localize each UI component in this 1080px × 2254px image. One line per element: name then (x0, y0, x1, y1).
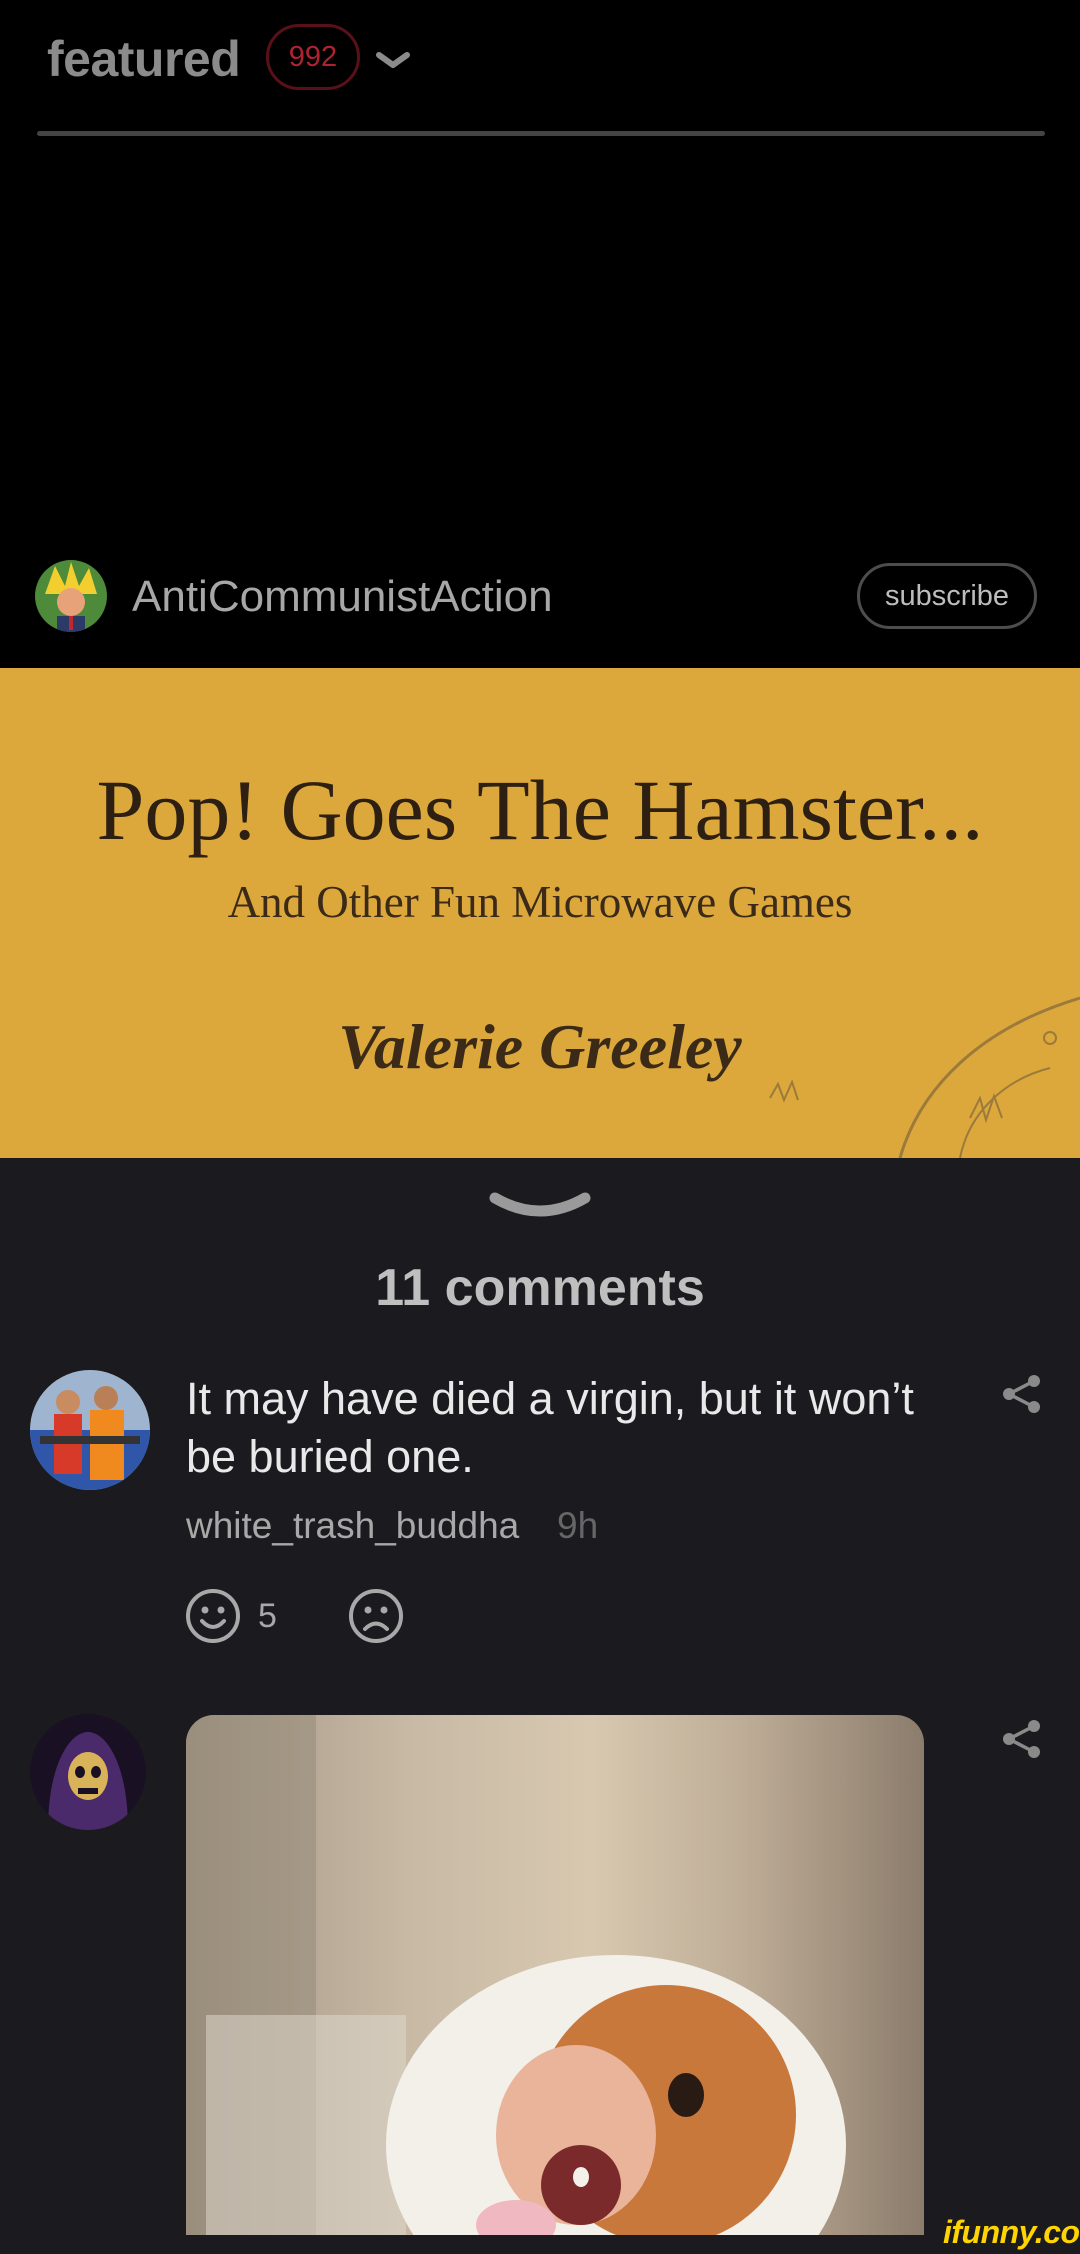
share-icon[interactable] (1000, 1373, 1042, 1415)
comment-image[interactable] (186, 1715, 924, 2235)
feed-title[interactable]: featured (47, 30, 241, 88)
smile-count: 5 (258, 1597, 277, 1635)
comment-username[interactable]: white_trash_buddha (186, 1505, 519, 1547)
floral-decoration (769, 996, 1080, 1158)
author-avatar[interactable] (35, 560, 107, 632)
commenter-avatar[interactable] (30, 1714, 146, 1830)
header-divider (37, 131, 1045, 136)
author-name[interactable]: AntiCommunistAction (132, 572, 553, 622)
subscribe-button[interactable]: subscribe (857, 563, 1037, 629)
chevron-down-icon[interactable] (373, 49, 413, 71)
smile-icon[interactable] (185, 1588, 241, 1644)
commenter-avatar[interactable] (30, 1370, 150, 1490)
collapse-chevron-icon[interactable] (487, 1190, 593, 1224)
frown-icon[interactable] (348, 1588, 404, 1644)
ifunny-watermark: ifunny.co (943, 2214, 1080, 2250)
image-subtitle-text: And Other Fun Microwave Games (227, 877, 853, 927)
post-image[interactable]: Pop! Goes The Hamster... And Other Fun M… (0, 668, 1080, 1158)
image-title-text: Pop! Goes The Hamster... (96, 762, 984, 858)
feed-count-badge: 992 (266, 24, 360, 90)
comment-timestamp: 9h (557, 1505, 599, 1546)
comments-count: 11 comments (375, 1259, 705, 1317)
comment-text: It may have died a virgin, but it won’t … (186, 1373, 914, 1482)
share-icon[interactable] (1000, 1718, 1042, 1760)
